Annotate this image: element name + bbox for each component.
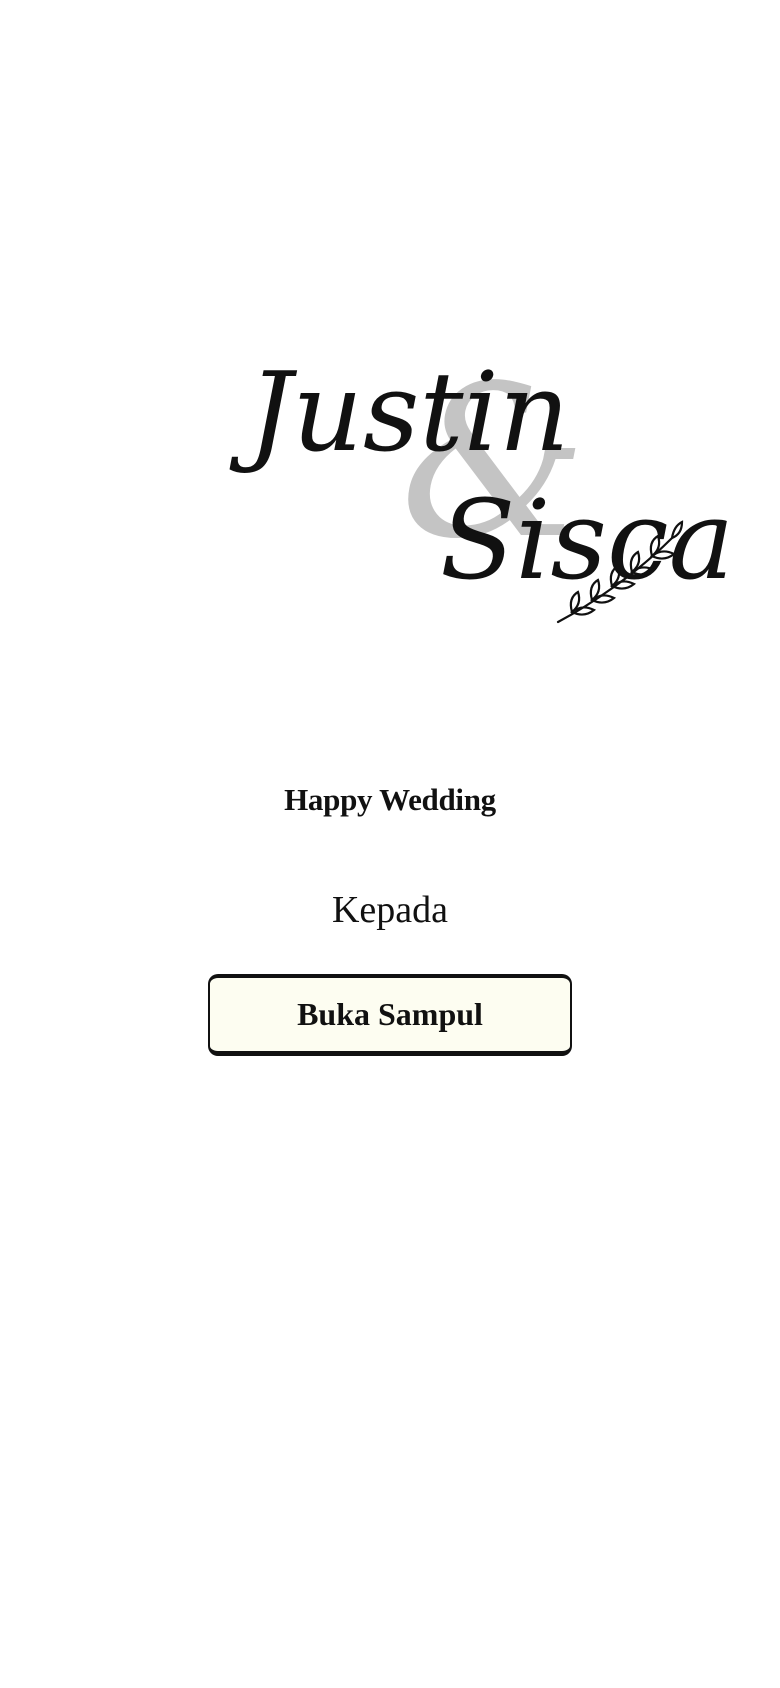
couple-names-logo: & Justin Sisca	[229, 340, 760, 660]
open-invitation-button[interactable]: Buka Sampul	[208, 974, 572, 1056]
recipient-label: Kepada	[331, 889, 449, 931]
second-name: Sisca	[440, 476, 734, 604]
couple-names-svg: & Justin Sisca	[229, 340, 734, 624]
open-invitation-button-label: Buka Sampul	[297, 996, 483, 1032]
happy-wedding-title: Happy Wedding	[284, 782, 496, 817]
first-name: Justin	[229, 348, 570, 476]
